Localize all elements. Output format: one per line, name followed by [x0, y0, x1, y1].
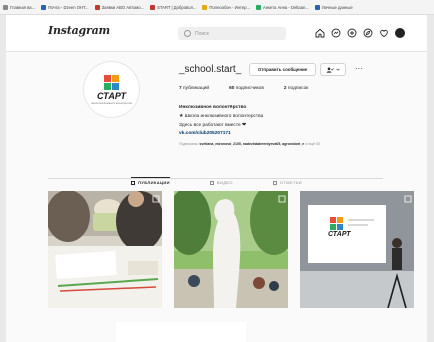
tab-tagged[interactable]: ОТМЕТКИ	[272, 180, 302, 185]
profile-tabs: ПУБЛИКАЦИИ ВИДЕО ОТМЕТКИ	[6, 177, 427, 185]
following-stat[interactable]: 2 подписок	[284, 86, 308, 91]
bookmark-item[interactable]: Личные данные	[314, 4, 353, 10]
user-check-icon	[326, 67, 334, 73]
profile-stats: 7 публикаций 60 подписчиков 2 подписок	[179, 86, 308, 91]
bio-name: Инклюзивное волонтёрство	[179, 105, 247, 110]
tag-icon	[272, 180, 277, 185]
tab-video[interactable]: ВИДЕО	[209, 180, 233, 185]
bookmark-item[interactable]: Почта - Dzeen ОНТ...	[41, 4, 89, 10]
tabs-divider	[48, 178, 383, 179]
messenger-icon[interactable]	[331, 28, 341, 38]
active-tab-indicator	[131, 177, 170, 178]
chevron-down-icon	[336, 68, 340, 71]
following-button[interactable]	[320, 63, 346, 76]
logo-square-orange	[112, 74, 119, 82]
bookmark-favicon-icon	[150, 4, 156, 10]
followed-by[interactable]: Подписаны: svetlana_mironova_2105, nadez…	[179, 142, 320, 146]
post-thumbnail[interactable]	[48, 191, 162, 308]
search-placeholder: Поиск	[195, 30, 209, 37]
profile-bio: Инклюзивное волонтёрство ★ Школа инклюзи…	[179, 104, 263, 139]
top-navigation: Instagram Поиск	[6, 15, 427, 52]
bookmark-item[interactable]: Полнообэн - Интер...	[202, 4, 250, 10]
post-loading-area	[116, 322, 246, 342]
bookmark-favicon-icon	[255, 4, 261, 10]
nav-icons	[315, 28, 405, 38]
post-thumbnail[interactable]: СТАРТ	[300, 191, 414, 308]
post-thumbnail[interactable]	[174, 191, 288, 308]
logo-square-green	[104, 82, 111, 90]
post-image	[300, 191, 414, 308]
profile-avatar[interactable]: СТАРТ школа инклюзивного волонтерства	[84, 62, 139, 117]
bookmark-item[interactable]: START | Добровол...	[150, 4, 196, 10]
followers-stat[interactable]: 60 подписчиков	[229, 86, 264, 91]
bookmark-favicon-icon	[314, 4, 320, 10]
bookmark-item[interactable]: Заявки ABO Автомо...	[94, 4, 144, 10]
bookmark-favicon-icon	[41, 4, 47, 10]
post-image	[174, 191, 288, 308]
instagram-page: Instagram Поиск СТАРТ школа инклюзивного…	[6, 15, 427, 342]
bookmark-item[interactable]: Анкета Анна - Deltaan...	[255, 4, 309, 10]
heart-icon[interactable]	[379, 28, 389, 38]
video-icon	[209, 180, 214, 185]
user-avatar[interactable]	[395, 28, 405, 38]
profile-username: _school.start_	[179, 64, 242, 75]
bio-line: ★ Школа инклюзивного волонтерства	[179, 113, 264, 119]
search-icon	[184, 30, 191, 37]
bookmark-favicon-icon	[202, 4, 208, 10]
posts-stat: 7 публикаций	[179, 86, 210, 91]
home-icon[interactable]	[315, 28, 325, 38]
more-options-button[interactable]: ···	[355, 63, 363, 74]
bio-line: Здесь все работают вместе ❤	[179, 122, 246, 128]
grid-icon	[131, 180, 136, 185]
send-message-button[interactable]: Отправить сообщение	[249, 63, 316, 76]
logo-squares	[104, 74, 119, 90]
tab-posts[interactable]: ПУБЛИКАЦИИ	[131, 177, 170, 185]
instagram-logo[interactable]: Instagram	[48, 24, 110, 37]
bookmark-item[interactable]: Главная ва...	[3, 4, 35, 10]
bio-link[interactable]: vk.com/club205207171	[179, 130, 263, 139]
new-post-icon[interactable]	[347, 28, 357, 38]
logo-square-blue	[112, 82, 119, 90]
screen-title: СТАРТ	[328, 231, 351, 238]
avatar-title: СТАРТ	[97, 90, 126, 101]
bookmark-favicon-icon	[3, 4, 8, 10]
bookmarks-bar: Главная ва... Почта - Dzeen ОНТ... Заявк…	[0, 0, 434, 15]
avatar-subtitle: школа инклюзивного волонтерства	[91, 101, 132, 105]
logo-square-red	[104, 74, 111, 82]
explore-icon[interactable]	[363, 28, 373, 38]
search-input[interactable]: Поиск	[178, 27, 286, 40]
bookmark-favicon-icon	[94, 4, 100, 10]
post-image	[48, 191, 162, 308]
